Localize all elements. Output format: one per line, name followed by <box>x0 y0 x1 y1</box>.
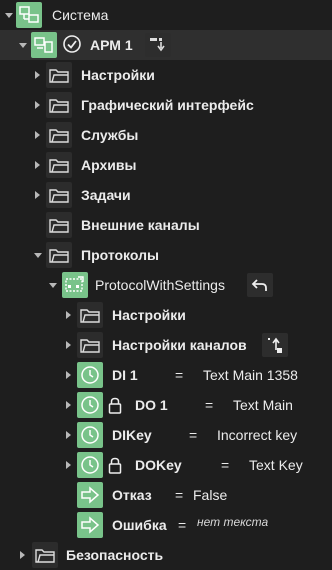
channel-value[interactable]: Text Main 1358 <box>203 360 298 390</box>
channel-row-di1[interactable]: DI 1 = Text Main 1358 <box>0 360 332 390</box>
channel-row-dokey[interactable]: DOKey = Text Key <box>0 450 332 480</box>
tree-node-label: ProtocolWithSettings <box>95 277 225 293</box>
channel-arrow-icon <box>268 337 282 353</box>
tree-node-label: Графический интерфейс <box>81 97 254 113</box>
tree-node-channel-settings[interactable]: Настройки каналов <box>0 330 332 360</box>
tree-node-security[interactable]: Безопасность <box>0 540 332 570</box>
deploy-button[interactable] <box>145 33 171 57</box>
chevron-right-icon[interactable] <box>66 461 71 469</box>
chevron-right-icon[interactable] <box>66 401 71 409</box>
folder-icon <box>46 242 72 268</box>
folder-icon <box>46 182 72 208</box>
folder-icon <box>46 152 72 178</box>
tree-node-arm[interactable]: АРМ 1 <box>0 30 332 60</box>
chevron-down-icon[interactable] <box>34 253 42 258</box>
tree-node-tasks[interactable]: Задачи <box>0 180 332 210</box>
tree-node-label: Безопасность <box>66 547 164 563</box>
output-row-error[interactable]: Ошибка = нет текста <box>0 510 332 540</box>
lock-icon <box>108 397 122 414</box>
tree-node-protocol-settings[interactable]: Настройки <box>0 300 332 330</box>
equals-sign: = <box>205 397 214 413</box>
workstation-icon <box>31 32 57 58</box>
clock-icon <box>77 392 103 418</box>
equals-sign: = <box>178 517 187 533</box>
tree-node-protocols[interactable]: Протоколы <box>0 240 332 270</box>
tree-node-label: АРМ 1 <box>90 37 133 53</box>
tree-node-gui[interactable]: Графический интерфейс <box>0 90 332 120</box>
channel-name: DOKey <box>135 457 182 473</box>
channel-value[interactable]: Incorrect key <box>217 420 297 450</box>
tree-node-label: Архивы <box>81 157 137 173</box>
tree-node-protocol[interactable]: ProtocolWithSettings <box>0 270 332 300</box>
channel-name: DIKey <box>112 427 152 443</box>
equals-sign: = <box>175 367 184 383</box>
channel-row-do1[interactable]: DO 1 = Text Main <box>0 390 332 420</box>
tree-node-services[interactable]: Службы <box>0 120 332 150</box>
equals-sign: = <box>175 487 184 503</box>
folder-icon <box>46 92 72 118</box>
tree-node-settings[interactable]: Настройки <box>0 60 332 90</box>
chevron-right-icon[interactable] <box>35 71 40 79</box>
channel-name: DI 1 <box>112 367 138 383</box>
protocol-icon <box>62 272 88 298</box>
chevron-right-icon[interactable] <box>66 431 71 439</box>
chevron-right-icon[interactable] <box>35 131 40 139</box>
deploy-arrow-icon <box>150 38 165 52</box>
chevron-right-icon[interactable] <box>35 101 40 109</box>
clock-icon <box>77 452 103 478</box>
chevron-right-icon[interactable] <box>66 371 71 379</box>
output-name: Отказ <box>112 487 152 503</box>
channel-row-dikey[interactable]: DIKey = Incorrect key <box>0 420 332 450</box>
clock-icon <box>77 362 103 388</box>
chevron-down-icon[interactable] <box>19 43 27 48</box>
chevron-right-icon[interactable] <box>66 311 71 319</box>
folder-icon <box>46 122 72 148</box>
folder-icon <box>46 62 72 88</box>
tree-node-label: Настройки <box>81 67 155 83</box>
tree-node-label: Система <box>52 7 109 23</box>
clock-icon <box>77 422 103 448</box>
tree-node-label: Внешние каналы <box>81 217 200 233</box>
tree-node-label: Службы <box>81 127 139 143</box>
chevron-right-icon[interactable] <box>35 161 40 169</box>
output-name: Ошибка <box>112 517 167 533</box>
undo-arrow-icon <box>251 279 267 291</box>
channel-action-button[interactable] <box>262 333 288 357</box>
tree-node-external-channels[interactable]: Внешние каналы <box>0 210 332 240</box>
chevron-right-icon[interactable] <box>35 191 40 199</box>
lock-icon <box>108 457 122 474</box>
folder-icon <box>77 332 103 358</box>
network-icon <box>16 2 42 28</box>
output-arrow-icon <box>77 512 103 538</box>
undo-button[interactable] <box>247 273 273 297</box>
chevron-down-icon[interactable] <box>49 283 57 288</box>
chevron-right-icon[interactable] <box>66 341 71 349</box>
tree-node-label: Протоколы <box>81 247 159 263</box>
output-arrow-icon <box>77 482 103 508</box>
folder-icon <box>77 302 103 328</box>
check-circle-icon <box>63 35 81 53</box>
channel-value[interactable]: Text Main <box>233 390 293 420</box>
output-value[interactable]: нет текста <box>197 510 268 534</box>
folder-icon <box>32 542 58 568</box>
tree-node-system[interactable]: Система <box>0 0 332 30</box>
tree-node-label: Задачи <box>81 187 131 203</box>
channel-value[interactable]: Text Key <box>249 450 303 480</box>
output-row-failure[interactable]: Отказ = False <box>0 480 332 510</box>
folder-icon <box>46 212 72 238</box>
chevron-down-icon[interactable] <box>5 13 13 18</box>
tree-node-label: Настройки каналов <box>112 337 247 353</box>
chevron-right-icon[interactable] <box>20 551 25 559</box>
equals-sign: = <box>221 457 230 473</box>
output-value[interactable]: False <box>193 480 227 510</box>
equals-sign: = <box>189 427 198 443</box>
channel-name: DO 1 <box>135 397 168 413</box>
tree-node-label: Настройки <box>112 307 186 323</box>
tree-node-archives[interactable]: Архивы <box>0 150 332 180</box>
